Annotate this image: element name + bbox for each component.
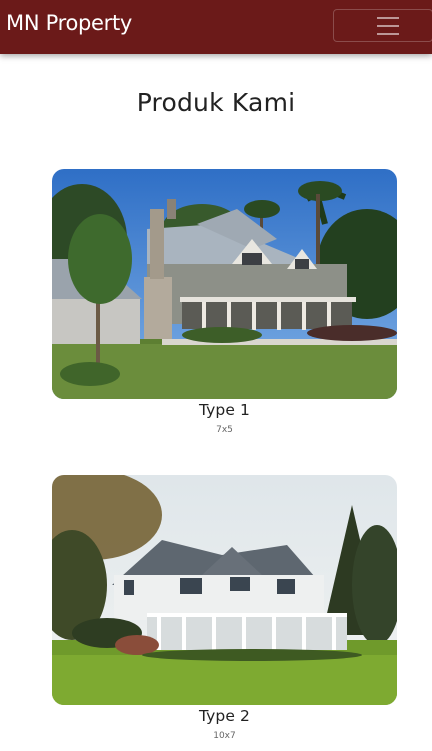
product-size: 7x5 xyxy=(216,425,233,435)
product-size: 10x7 xyxy=(213,731,236,741)
navbar-brand[interactable]: MN Property xyxy=(6,11,132,35)
product-card[interactable]: Type 2 10x7 xyxy=(52,475,397,741)
navbar-toggler-button[interactable] xyxy=(333,9,432,42)
page-title: Produk Kami xyxy=(136,88,296,117)
product-image xyxy=(52,169,397,399)
product-name: Type 2 xyxy=(199,707,250,725)
product-card[interactable]: Type 1 7x5 xyxy=(52,169,397,435)
product-image xyxy=(52,475,397,705)
product-name: Type 1 xyxy=(199,401,250,419)
navbar: MN Property xyxy=(0,0,432,54)
